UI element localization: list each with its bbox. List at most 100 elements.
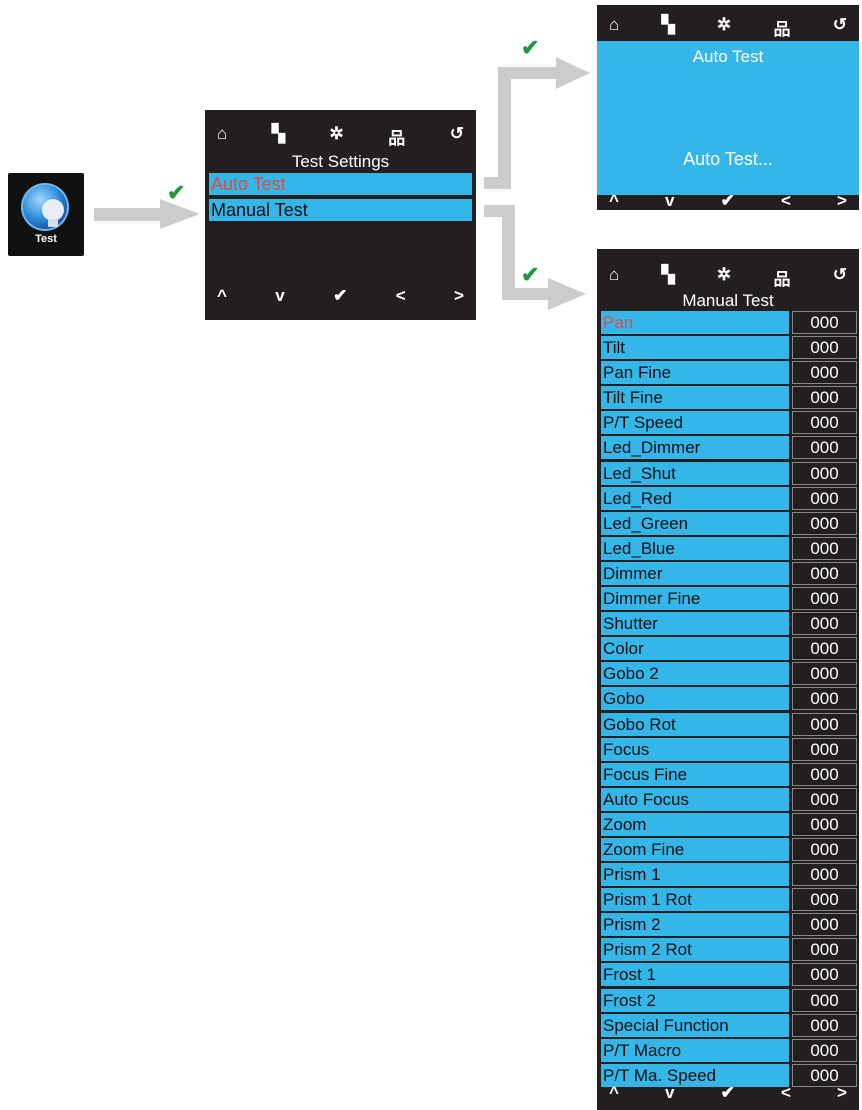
channel-row[interactable]: Auto Focus 000 bbox=[601, 787, 857, 811]
left-icon[interactable]: < bbox=[396, 286, 406, 306]
channel-value[interactable]: 000 bbox=[792, 511, 857, 535]
channel-value[interactable]: 000 bbox=[792, 536, 857, 560]
left-icon[interactable]: < bbox=[781, 1083, 791, 1103]
asterisk-icon[interactable]: ✲ bbox=[329, 124, 343, 149]
channel-value[interactable]: 000 bbox=[792, 938, 857, 962]
channel-value[interactable]: 000 bbox=[792, 687, 857, 711]
channel-row[interactable]: Color 000 bbox=[601, 637, 857, 661]
channel-value[interactable]: 000 bbox=[792, 913, 857, 937]
right-icon[interactable]: > bbox=[837, 191, 847, 211]
channel-value[interactable]: 000 bbox=[792, 587, 857, 611]
channel-row[interactable]: Dimmer 000 bbox=[601, 561, 857, 585]
channel-value[interactable]: 000 bbox=[792, 361, 857, 385]
channel-row[interactable]: Led_Shut 000 bbox=[601, 461, 857, 485]
channel-row[interactable]: Led_Red 000 bbox=[601, 486, 857, 510]
channel-label: Pan Fine bbox=[601, 361, 789, 385]
channel-row[interactable]: Special Function 000 bbox=[601, 1013, 857, 1037]
undo-icon[interactable]: ↺ bbox=[450, 124, 464, 149]
asterisk-icon[interactable]: ✲ bbox=[717, 15, 731, 40]
copy-icon[interactable]: ▚ bbox=[662, 265, 675, 290]
menu-item-auto-test[interactable]: Auto Test bbox=[209, 173, 472, 195]
home-icon[interactable]: ⌂ bbox=[217, 124, 227, 149]
check-icon: ✔ bbox=[167, 180, 186, 205]
channel-label: Prism 1 Rot bbox=[601, 888, 789, 912]
channel-value[interactable]: 000 bbox=[792, 386, 857, 410]
up-icon[interactable]: ^ bbox=[609, 191, 619, 211]
channel-row[interactable]: Zoom Fine 000 bbox=[601, 837, 857, 861]
network-icon[interactable]: 品 bbox=[773, 265, 790, 290]
channel-row[interactable]: Led_Dimmer 000 bbox=[601, 436, 857, 460]
home-icon[interactable]: ⌂ bbox=[609, 265, 619, 290]
down-icon[interactable]: v bbox=[665, 191, 674, 211]
undo-icon[interactable]: ↺ bbox=[833, 15, 847, 40]
channel-row[interactable]: Pan 000 bbox=[601, 311, 857, 334]
channel-value[interactable]: 000 bbox=[792, 436, 857, 460]
enter-check-icon[interactable]: ✔ bbox=[721, 1083, 735, 1103]
channel-row[interactable]: Gobo 2 000 bbox=[601, 662, 857, 686]
channel-row[interactable]: Gobo Rot 000 bbox=[601, 712, 857, 736]
channel-value[interactable]: 000 bbox=[792, 411, 857, 435]
channel-row[interactable]: Prism 2 000 bbox=[601, 913, 857, 937]
right-icon[interactable]: > bbox=[454, 286, 464, 306]
channel-value[interactable]: 000 bbox=[792, 1013, 857, 1037]
channel-row[interactable]: Tilt 000 bbox=[601, 336, 857, 360]
channel-value[interactable]: 000 bbox=[792, 637, 857, 661]
test-app-icon[interactable]: Test bbox=[8, 173, 84, 256]
channel-value[interactable]: 000 bbox=[792, 888, 857, 912]
copy-icon[interactable]: ▚ bbox=[272, 124, 285, 149]
channel-value[interactable]: 000 bbox=[792, 336, 857, 360]
channel-value[interactable]: 000 bbox=[792, 712, 857, 736]
channel-label: Led_Shut bbox=[601, 461, 789, 485]
channel-value[interactable]: 000 bbox=[792, 486, 857, 510]
channel-value[interactable]: 000 bbox=[792, 1038, 857, 1062]
channel-row[interactable]: P/T Macro 000 bbox=[601, 1038, 857, 1062]
channel-value[interactable]: 000 bbox=[792, 988, 857, 1012]
undo-icon[interactable]: ↺ bbox=[833, 265, 847, 290]
channel-value[interactable]: 000 bbox=[792, 461, 857, 485]
channel-row[interactable]: Led_Green 000 bbox=[601, 511, 857, 535]
channel-value[interactable]: 000 bbox=[792, 737, 857, 761]
left-icon[interactable]: < bbox=[781, 191, 791, 211]
channel-row[interactable]: Frost 2 000 bbox=[601, 988, 857, 1012]
down-icon[interactable]: v bbox=[275, 286, 284, 306]
channel-row[interactable]: Tilt Fine 000 bbox=[601, 386, 857, 410]
channel-row[interactable]: Dimmer Fine 000 bbox=[601, 587, 857, 611]
enter-check-icon[interactable]: ✔ bbox=[721, 191, 735, 211]
channel-row[interactable]: Focus 000 bbox=[601, 737, 857, 761]
channel-row[interactable]: Pan Fine 000 bbox=[601, 361, 857, 385]
channel-row[interactable]: Prism 1 000 bbox=[601, 863, 857, 887]
right-icon[interactable]: > bbox=[837, 1083, 847, 1103]
home-icon[interactable]: ⌂ bbox=[609, 15, 619, 40]
up-icon[interactable]: ^ bbox=[217, 286, 227, 306]
channel-value[interactable]: 000 bbox=[792, 963, 857, 987]
channel-value[interactable]: 000 bbox=[792, 612, 857, 636]
channel-value[interactable]: 000 bbox=[792, 561, 857, 585]
copy-icon[interactable]: ▚ bbox=[662, 15, 675, 40]
channel-label: Gobo 2 bbox=[601, 662, 789, 686]
channel-row[interactable]: Prism 1 Rot 000 bbox=[601, 888, 857, 912]
down-icon[interactable]: v bbox=[665, 1083, 674, 1103]
channel-label: Tilt bbox=[601, 336, 789, 360]
channel-row[interactable]: Prism 2 Rot 000 bbox=[601, 938, 857, 962]
channel-row[interactable]: Led_Blue 000 bbox=[601, 536, 857, 560]
up-icon[interactable]: ^ bbox=[609, 1083, 619, 1103]
channel-value[interactable]: 000 bbox=[792, 662, 857, 686]
network-icon[interactable]: 品 bbox=[388, 124, 405, 149]
channel-row[interactable]: Frost 1 000 bbox=[601, 963, 857, 987]
enter-check-icon[interactable]: ✔ bbox=[333, 286, 347, 306]
channel-value[interactable]: 000 bbox=[792, 863, 857, 887]
asterisk-icon[interactable]: ✲ bbox=[717, 265, 731, 290]
channel-label: Auto Focus bbox=[601, 787, 789, 811]
channel-row[interactable]: Gobo 000 bbox=[601, 687, 857, 711]
channel-row[interactable]: P/T Speed 000 bbox=[601, 411, 857, 435]
channel-value[interactable]: 000 bbox=[792, 787, 857, 811]
channel-value[interactable]: 000 bbox=[792, 311, 857, 334]
channel-row[interactable]: Focus Fine 000 bbox=[601, 762, 857, 786]
channel-value[interactable]: 000 bbox=[792, 812, 857, 836]
network-icon[interactable]: 品 bbox=[773, 15, 790, 40]
channel-value[interactable]: 000 bbox=[792, 762, 857, 786]
menu-item-manual-test[interactable]: Manual Test bbox=[209, 199, 472, 221]
channel-row[interactable]: Zoom 000 bbox=[601, 812, 857, 836]
channel-value[interactable]: 000 bbox=[792, 837, 857, 861]
channel-row[interactable]: Shutter 000 bbox=[601, 612, 857, 636]
